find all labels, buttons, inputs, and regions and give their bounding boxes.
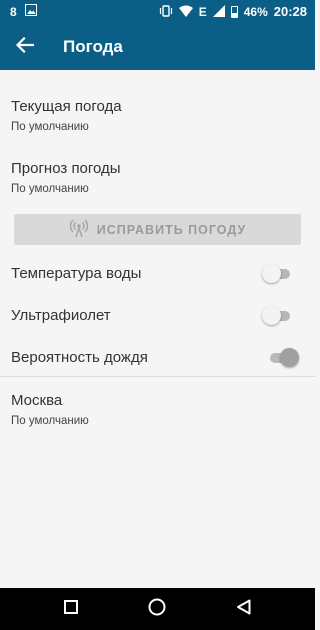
pref-title: Прогноз погоды xyxy=(11,160,121,177)
pref-summary: По умолчанию xyxy=(11,415,89,427)
fix-weather-label: ИСПРАВИТЬ ПОГОДУ xyxy=(96,222,247,237)
pref-city[interactable]: Москва По умолчанию xyxy=(0,382,315,432)
pref-title: Текущая погода xyxy=(11,98,122,115)
water-temperature-switch[interactable] xyxy=(262,263,292,283)
circle-home-icon xyxy=(148,598,166,621)
clock: 20:28 xyxy=(273,4,307,19)
image-notification-icon xyxy=(24,3,37,21)
pref-water-temperature[interactable]: Температура воды xyxy=(0,258,315,290)
signal-icon xyxy=(212,4,225,20)
pref-summary: По умолчанию xyxy=(11,121,89,133)
pref-current-weather[interactable]: Текущая погода По умолчанию xyxy=(0,88,315,138)
status-bar: 8 E 46% 20:28 xyxy=(0,0,315,24)
pref-summary: По умолчанию xyxy=(11,183,89,195)
fix-weather-button[interactable]: ИСПРАВИТЬ ПОГОДУ xyxy=(14,214,301,245)
notification-count: 8 xyxy=(10,5,17,19)
nav-back-button[interactable] xyxy=(231,596,257,622)
square-recents-icon xyxy=(64,599,78,619)
rain-probability-switch[interactable] xyxy=(268,347,299,367)
page-title: Погода xyxy=(63,37,123,56)
antenna-icon xyxy=(69,218,89,241)
battery-icon xyxy=(230,6,238,18)
recents-button[interactable] xyxy=(58,596,84,622)
divider xyxy=(0,376,315,377)
network-type-label: E xyxy=(198,5,207,19)
navigation-bar xyxy=(0,588,315,630)
arrow-back-icon xyxy=(15,36,35,58)
home-button[interactable] xyxy=(144,596,170,622)
pref-title: Москва xyxy=(11,392,63,409)
back-button[interactable] xyxy=(10,32,40,62)
ultraviolet-switch[interactable] xyxy=(262,305,292,325)
pref-forecast[interactable]: Прогноз погоды По умолчанию xyxy=(0,150,315,200)
pref-title: Вероятность дождя xyxy=(11,349,148,366)
vibrate-icon xyxy=(159,4,173,20)
pref-title: Ультрафиолет xyxy=(11,307,111,324)
pref-ultraviolet[interactable]: Ультрафиолет xyxy=(0,300,315,332)
app-bar: Погода xyxy=(0,24,315,70)
wifi-icon xyxy=(178,5,193,20)
settings-list: Текущая погода По умолчанию Прогноз пого… xyxy=(0,70,315,588)
battery-percent: 46% xyxy=(243,5,268,19)
triangle-back-icon xyxy=(236,599,252,620)
pref-rain-probability[interactable]: Вероятность дождя xyxy=(0,342,315,374)
pref-title: Температура воды xyxy=(11,265,142,282)
